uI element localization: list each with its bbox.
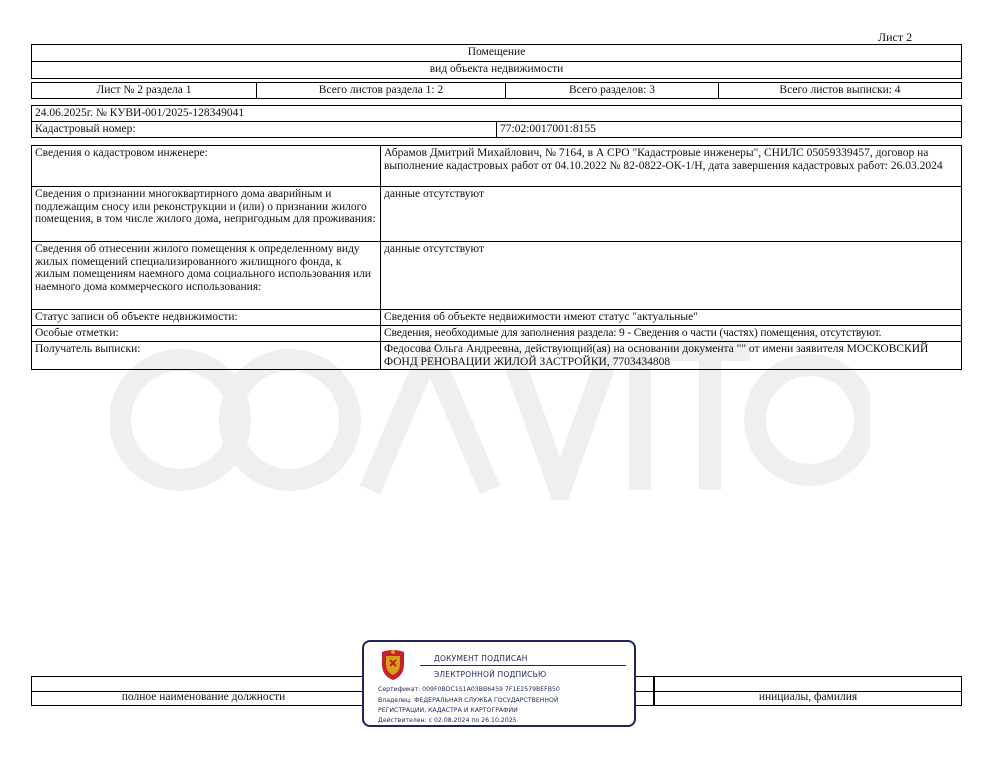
row-value: Абрамов Дмитрий Михайлович, № 7164, в А …	[380, 145, 962, 187]
position-cell: полное наименование должности	[31, 676, 376, 706]
initials-cell: инициалы, фамилия	[654, 676, 962, 706]
table-row: Сведения о кадастровом инженере: Абрамов…	[31, 145, 962, 187]
table-row: Сведения об отнесении жилого помещения к…	[31, 241, 962, 310]
table-row: Статус записи об объекте недвижимости: С…	[31, 309, 962, 326]
row-value: данные отсутствуют	[380, 241, 962, 310]
row-label: Сведения о признании многоквартирного до…	[31, 186, 381, 242]
position-caption: полное наименование должности	[121, 691, 286, 703]
stamp-title: ДОКУМЕНТ ПОДПИСАН	[434, 654, 528, 663]
extract-sheets-total: Всего листов выписки: 4	[718, 82, 962, 99]
watermark-logo	[110, 340, 870, 500]
electronic-signature-stamp: ДОКУМЕНТ ПОДПИСАН ЭЛЕКТРОННОЙ ПОДПИСЬЮ С…	[362, 640, 636, 727]
stamp-subtitle: ЭЛЕКТРОННОЙ ПОДПИСЬЮ	[434, 670, 547, 679]
table-row: Сведения о признании многоквартирного до…	[31, 186, 962, 242]
object-details-table: Сведения о кадастровом инженере: Абрамов…	[31, 145, 962, 370]
section-sheets-total: Всего листов раздела 1: 2	[256, 82, 506, 99]
sheets-info-table: Лист № 2 раздела 1 Всего листов раздела …	[31, 82, 962, 99]
row-value: Сведения об объекте недвижимости имеют с…	[380, 309, 962, 326]
stamp-owner-line2: РЕГИСТРАЦИИ, КАДАСТРА И КАРТОГРАФИИ	[378, 707, 518, 714]
sections-total: Всего разделов: 3	[505, 82, 719, 99]
cadastral-number-label: Кадастровый номер:	[31, 121, 497, 138]
sheet-number: Лист 2	[878, 30, 913, 44]
row-value: данные отсутствуют	[380, 186, 962, 242]
object-type-caption: вид объекта недвижимости	[31, 61, 962, 79]
row-label: Статус записи об объекте недвижимости:	[31, 309, 381, 326]
object-header-table: Помещение вид объекта недвижимости	[31, 44, 962, 79]
rosreestr-emblem-icon	[382, 650, 404, 680]
initials-caption: инициалы, фамилия	[758, 691, 858, 703]
sheet-of-section: Лист № 2 раздела 1	[31, 82, 257, 99]
row-label: Сведения о кадастровом инженере:	[31, 145, 381, 187]
cadastral-number-value: 77:02:0017001:8155	[496, 121, 962, 138]
document-date-number: 24.06.2025г. № КУВИ-001/2025-128349041	[31, 105, 962, 122]
stamp-owner-line1: Владелец: ФЕДЕРАЛЬНАЯ СЛУЖБА ГОСУДАРСТВЕ…	[378, 697, 559, 704]
document-info-table: 24.06.2025г. № КУВИ-001/2025-128349041 К…	[31, 105, 962, 138]
stamp-validity: Действителен: с 02.08.2024 по 26.10.2025	[378, 717, 517, 724]
row-label: Сведения об отнесении жилого помещения к…	[31, 241, 381, 310]
stamp-certificate: Сертификат: 009F0BDC1S1A03BB6459 7F1E257…	[378, 686, 560, 693]
object-name: Помещение	[31, 44, 962, 62]
